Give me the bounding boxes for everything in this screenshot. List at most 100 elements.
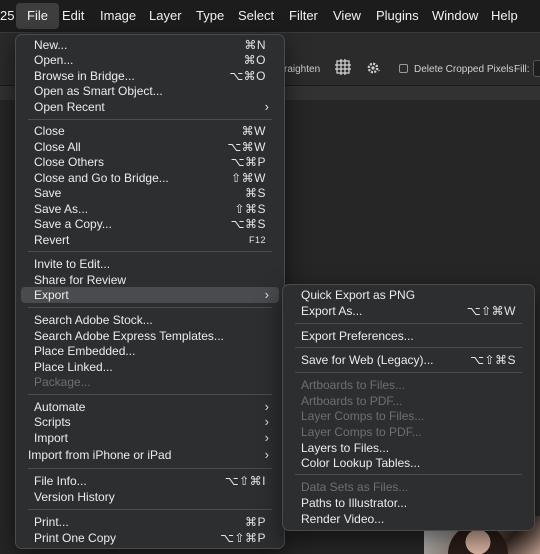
menu-plugins[interactable]: Plugins [376,0,419,32]
export-menu-item-layer-comps-to-pdf: Layer Comps to PDF... [288,424,529,440]
file-menu-item-label: Search Adobe Express Templates... [34,329,224,343]
menu-filter[interactable]: Filter [289,0,318,32]
shortcut-label: ⌥⌘S [230,217,266,231]
file-menu-item-automate[interactable]: Automate › [21,399,279,415]
file-menu-item-label: Revert [34,233,70,247]
file-menu-item-close-all[interactable]: Close All ⌥⌘W [21,139,279,155]
file-menu-item-save[interactable]: Save ⌘S [21,185,279,201]
file-menu-item-file-info[interactable]: File Info... ⌥⇧⌘I [21,473,279,489]
file-menu-item-close-and-go-to-bridge[interactable]: Close and Go to Bridge... ⇧⌘W [21,170,279,186]
file-menu-item-label: Scripts [34,415,71,429]
export-menu-item-label: Color Lookup Tables... [301,456,421,470]
export-menu-item-label: Data Sets as Files... [301,480,409,494]
export-menu-item-label: Export Preferences... [301,329,414,343]
menu-separator [295,347,522,348]
file-menu-item-label: Automate [34,400,86,414]
menu-separator [28,394,272,395]
fill-label: Fill: [514,64,530,75]
menu-separator [28,119,272,120]
gear-icon[interactable] [366,60,384,78]
file-menu-item-invite-to-edit[interactable]: Invite to Edit... [21,256,279,272]
file-menu-item-import-from-iphone-or-ipad[interactable]: Import from iPhone or iPad › [21,447,279,463]
export-menu-item-export-as[interactable]: Export As... ⌥⇧⌘W [288,303,529,319]
file-menu-item-label: Close and Go to Bridge... [34,171,169,185]
file-menu-item-new[interactable]: New... ⌘N [21,37,279,53]
file-menu-item-import[interactable]: Import › [21,430,279,446]
file-menu-item-label: Open... [34,53,74,67]
shortcut-label: ⌥⇧⌘P [220,531,266,545]
app-menu-fragment[interactable]: 25 [0,0,14,32]
menu-separator [295,372,522,373]
file-menu-item-export[interactable]: Export › [21,287,279,303]
export-menu-item-layers-to-files[interactable]: Layers to Files... [288,440,529,456]
file-menu-item-version-history[interactable]: Version History [21,489,279,505]
shortcut-label: ⌥⇧⌘I [224,474,266,488]
file-menu-item-browse-in-bridge[interactable]: Browse in Bridge... ⌥⌘O [21,68,279,84]
shortcut-label: ⌥⌘O [229,69,266,83]
file-menu-item-label: Print... [34,515,69,529]
export-menu-item-label: Artboards to PDF... [301,394,403,408]
export-menu-item-quick-export-as-png[interactable]: Quick Export as PNG [288,287,529,303]
file-menu-item-search-adobe-express-templates[interactable]: Search Adobe Express Templates... [21,328,279,344]
straighten-label[interactable]: raighten [284,64,320,75]
file-menu-item-label: Export [34,288,69,302]
file-menu-item-place-embedded[interactable]: Place Embedded... [21,343,279,359]
export-menu-item-label: Quick Export as PNG [301,288,416,302]
export-menu-item-save-for-web-legacy[interactable]: Save for Web (Legacy)... ⌥⇧⌘S [288,352,529,368]
export-menu-item-label: Layer Comps to Files... [301,409,425,423]
file-menu-item-print-one-copy[interactable]: Print One Copy ⌥⇧⌘P [21,530,279,546]
menu-type[interactable]: Type [196,0,224,32]
menu-separator [28,307,272,308]
file-menu-item-label: Close All [34,140,81,154]
file-menu-item-label: New... [34,38,68,52]
shortcut-label: ⌘S [244,186,266,200]
shortcut-label: ⌘W [241,124,266,138]
export-menu-item-data-sets-as-files: Data Sets as Files... [288,479,529,495]
menu-file[interactable]: File [16,3,59,29]
menu-image[interactable]: Image [100,0,136,32]
shortcut-label: F12 [248,235,266,245]
file-menu-item-share-for-review[interactable]: Share for Review [21,272,279,288]
file-menu-item-label: Import from iPhone or iPad [28,448,172,462]
menu-window[interactable]: Window [432,0,478,32]
file-menu-item-save-as[interactable]: Save As... ⇧⌘S [21,201,279,217]
file-menu-item-place-linked[interactable]: Place Linked... [21,359,279,375]
export-menu-item-export-preferences[interactable]: Export Preferences... [288,328,529,344]
export-menu-item-render-video[interactable]: Render Video... [288,511,529,527]
export-menu-item-label: Save for Web (Legacy)... [301,353,434,367]
menu-edit[interactable]: Edit [62,0,84,32]
file-menu-item-label: Browse in Bridge... [34,69,135,83]
file-menu-item-label: Place Embedded... [34,344,136,358]
file-menu-item-label: Save [34,186,62,200]
file-menu-item-revert[interactable]: Revert F12 [21,232,279,248]
file-menu-item-open-as-smart-object[interactable]: Open as Smart Object... [21,83,279,99]
file-menu-item-label: Version History [34,490,115,504]
file-menu-item-label: Print One Copy [34,531,117,545]
file-menu-item-label: Import [34,431,69,445]
file-menu-item-scripts[interactable]: Scripts › [21,414,279,430]
file-menu-item-search-adobe-stock[interactable]: Search Adobe Stock... [21,312,279,328]
file-menu-item-open[interactable]: Open... ⌘O [21,52,279,68]
menu-select[interactable]: Select [238,0,274,32]
menu-view[interactable]: View [333,0,361,32]
export-submenu: Quick Export as PNG Export As... ⌥⇧⌘W Expor… [282,284,535,531]
file-menu-item-save-a-copy[interactable]: Save a Copy... ⌥⌘S [21,216,279,232]
file-menu-item-label: Open Recent [34,100,105,114]
export-menu-item-artboards-to-files: Artboards to Files... [288,377,529,393]
file-menu-item-close[interactable]: Close ⌘W [21,123,279,139]
chevron-right-icon: › [264,287,269,302]
export-menu-item-color-lookup-tables[interactable]: Color Lookup Tables... [288,455,529,471]
fill-dropdown[interactable] [533,60,540,77]
file-menu-item-print[interactable]: Print... ⌘P [21,514,279,530]
grid-icon[interactable] [335,59,353,77]
menu-help[interactable]: Help [491,0,518,32]
menu-layer[interactable]: Layer [149,0,182,32]
export-menu-item-paths-to-illustrator[interactable]: Paths to Illustrator... [288,495,529,511]
file-menu-item-open-recent[interactable]: Open Recent › [21,99,279,115]
export-menu-item-label: Layers to Files... [301,441,390,455]
file-menu-item-close-others[interactable]: Close Others ⌥⌘P [21,154,279,170]
menu-separator [28,251,272,252]
delete-cropped-checkbox[interactable] [399,64,408,73]
file-menu-item-label: Package... [34,375,91,389]
chevron-right-icon: › [264,430,269,445]
